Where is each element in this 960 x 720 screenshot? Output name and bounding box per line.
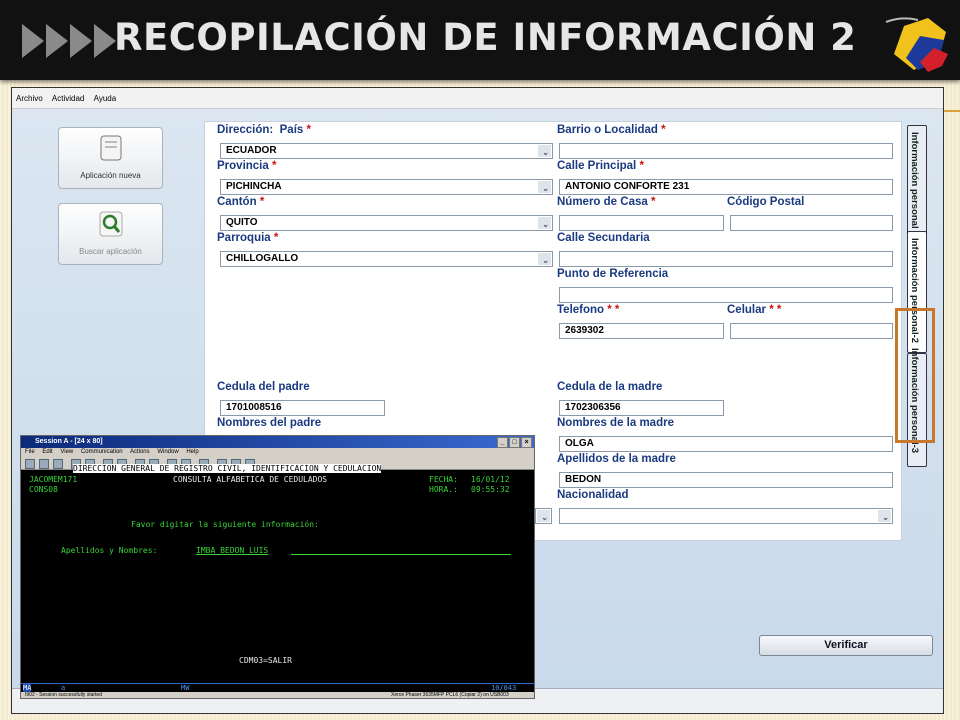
barrio-input[interactable] [559,143,893,159]
emu-menu-view[interactable]: View [60,449,73,455]
nombres-madre-label: Nombres de la madre [557,417,674,429]
new-application-button[interactable]: Aplicación nueva [58,127,163,189]
calle-secundaria-label: Calle Secundaria [557,232,650,244]
logo-icon [885,17,948,72]
emu-menu-edit[interactable]: Edit [42,449,52,455]
search-icon [99,211,122,237]
telefono-label: Telefono * * [557,304,620,316]
status-a: a [61,684,66,692]
emu-menu-help[interactable]: Help [186,449,198,455]
chevron-down-icon: ⌄ [542,184,549,193]
slide-title: RECOPILACIÓN DE INFORMACIÓN 2 [114,16,857,59]
chevron-down-icon: ⌄ [542,148,549,157]
toolbar-icon[interactable] [53,459,63,469]
numero-casa-label: Número de Casa * [557,196,656,208]
terminal-hora-value: 09:55:32 [471,485,510,494]
emu-menu-window[interactable]: Window [157,449,178,455]
status-cursor-position: 10/043 [491,684,517,692]
menu-ayuda[interactable]: Ayuda [90,88,120,103]
emu-menu-file[interactable]: File [25,449,35,455]
terminal-screen[interactable]: DIRECCION GENERAL DE REGISTRO CIVIL, IDE… [21,464,534,684]
tab-highlight-box [895,308,935,443]
provincia-select[interactable]: PICHINCHA ⌄ [220,179,553,195]
terminal-field-value[interactable]: IMBA BEDON LUIS [196,546,268,555]
chevron-down-icon: ⌄ [542,220,549,229]
nacionalidad-label: Nacionalidad [557,489,629,501]
emu-menu-communication[interactable]: Communication [81,449,123,455]
apellidos-madre-label: Apellidos de la madre [557,453,676,465]
toolbar-icon[interactable] [25,459,35,469]
terminal-field-label: Apellidos y Nombres: [61,546,158,555]
verify-button[interactable]: Verificar [759,635,933,656]
celular-label: Celular * * [727,304,782,316]
hidden-select-fragment[interactable]: ⌄ [535,508,552,524]
barrio-label: Barrio o Localidad * [557,124,666,136]
parroquia-select[interactable]: CHILLOGALLO ⌄ [220,251,553,267]
document-icon [100,135,121,161]
terminal-code: CONS08 [29,485,58,494]
menu-bar: Archivo Actividad Ayuda [12,88,943,109]
nombres-padre-label: Nombres del padre [217,417,322,429]
canton-select[interactable]: QUITO ⌄ [220,215,553,231]
toolbar-icon[interactable] [39,459,49,469]
search-application-label: Buscar aplicación [79,247,142,256]
terminal-fecha-label: FECHA: [429,475,458,484]
cedula-padre-label: Cedula del padre [217,381,310,393]
cedula-madre-input[interactable]: 1702306356 [559,400,724,416]
apellidos-madre-input[interactable]: BEDON [559,472,893,488]
printer-info: Xerox Phaser 3635MFP PCL6 (Copiar 2) on … [391,692,509,698]
canton-label: Cantón * [217,196,265,208]
terminal-hora-label: HORA.: [429,485,458,494]
direccion-label: Dirección: País * [217,124,311,136]
session-message: I902 - Session successfully started [25,692,102,698]
chevron-down-icon: ⌄ [542,256,549,265]
codigo-postal-label: Código Postal [727,196,805,208]
referencia-input[interactable] [559,287,893,303]
nombres-madre-input[interactable]: OLGA [559,436,893,452]
status-ma: MA [23,684,32,692]
terminal-screen-title: CONSULTA ALFABETICA DE CEDULADOS [173,475,328,484]
tab-informacion-personal[interactable]: Información personal [907,125,927,239]
terminal-header: DIRECCION GENERAL DE REGISTRO CIVIL, IDE… [73,464,382,473]
chevron-down-icon: ⌄ [882,513,889,522]
pais-select[interactable]: ECUADOR ⌄ [220,143,553,159]
codigo-postal-input[interactable] [730,215,893,231]
emu-menu-actions[interactable]: Actions [130,449,150,455]
chevron-down-icon: ⌄ [541,513,548,522]
app-screenshot: Archivo Actividad Ayuda Aplicación nueva… [11,87,944,714]
calle-principal-label: Calle Principal * [557,160,644,172]
cedula-madre-label: Cedula de la madre [557,381,663,393]
terminal-field-underline [291,554,511,555]
new-application-label: Aplicación nueva [80,171,141,180]
telefono-input[interactable]: 2639302 [559,323,724,339]
slide-banner: RECOPILACIÓN DE INFORMACIÓN 2 [0,0,960,80]
cedula-padre-input[interactable]: 1701008516 [220,400,385,416]
nacionalidad-select[interactable]: ⌄ [559,508,893,524]
calle-secundaria-input[interactable] [559,251,893,267]
search-application-button[interactable]: Buscar aplicación [58,203,163,265]
emulator-title: Session A - [24 x 80] [35,438,103,445]
emulator-menu-bar: File Edit View Communication Actions Win… [21,448,534,457]
provincia-label: Provincia * [217,160,277,172]
minimize-icon[interactable]: _ [497,437,508,448]
emulator-title-bar: Session A - [24 x 80] _ □ × [21,436,534,448]
arrow-icons [22,24,116,58]
terminal-user: JACOMEM171 [29,475,78,484]
terminal-emulator-window: Session A - [24 x 80] _ □ × File Edit Vi… [20,435,535,699]
calle-principal-input[interactable]: ANTONIO CONFORTE 231 [559,179,893,195]
terminal-footer-command: CDM03=SALIR [239,656,292,665]
menu-archivo[interactable]: Archivo [12,88,46,103]
emulator-status-bar: I902 - Session successfully started Xero… [21,692,534,698]
parroquia-label: Parroquia * [217,232,279,244]
terminal-prompt: Favor digitar la siguiente información: [131,520,319,529]
numero-casa-input[interactable] [559,215,724,231]
status-mw: MW [181,684,190,692]
close-icon[interactable]: × [521,437,532,448]
referencia-label: Punto de Referencia [557,268,669,280]
menu-actividad[interactable]: Actividad [48,88,87,103]
terminal-fecha-value: 16/01/12 [471,475,510,484]
celular-input[interactable] [730,323,893,339]
maximize-icon[interactable]: □ [509,437,520,448]
